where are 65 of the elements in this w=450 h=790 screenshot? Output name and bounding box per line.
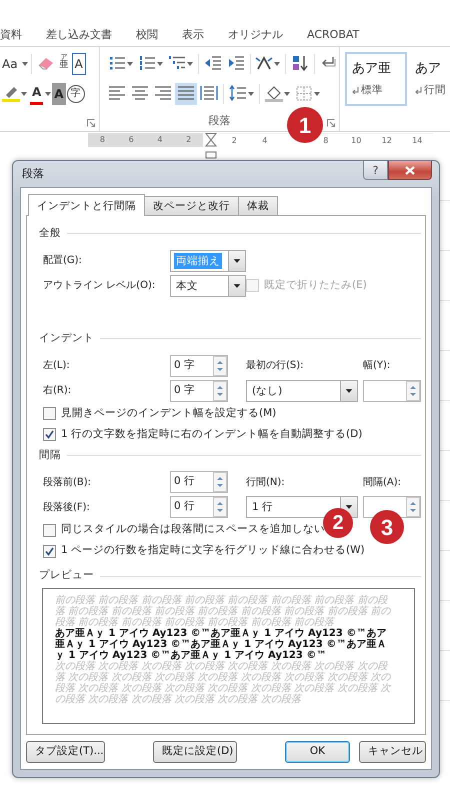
spinner-field[interactable]: 0 行	[170, 496, 228, 518]
spinner-field[interactable]: 0 字	[170, 354, 228, 376]
dialog-button[interactable]: キャンセル	[359, 741, 426, 763]
ribbon-tab[interactable]: 校閲	[136, 25, 170, 46]
dialog-tab[interactable]: インデントと行間隔	[28, 194, 145, 216]
field-label: 行間(N):	[246, 476, 286, 490]
dropdown-field[interactable]: 本文	[170, 274, 246, 297]
dialog-button[interactable]: 既定に設定(D)	[153, 741, 237, 763]
spinner-field[interactable]: 0 字	[170, 380, 228, 402]
section-heading: 間隔	[39, 448, 61, 462]
style-sample: あア亜	[352, 60, 391, 78]
field-label: アウトライン レベル(O):	[43, 279, 156, 294]
ribbon-tab[interactable]: ACROBAT	[307, 25, 372, 46]
ruler-number: 8	[322, 135, 330, 147]
section-heading: プレビュー	[39, 568, 94, 584]
group-label: 段落	[208, 112, 230, 128]
preview-sample-text: あア亜Ａｙ 1 アイウ Ay123 ©™あア亜Ａｙ 1 アイウ Ay123 ©™あア亜Ａｙ 1 アイウ Ay123 ©™あア亜Ａｙ 1 アイウ Ay123 ©™あア亜Ａｙ 1 アイウ Ay123 ©™あア亜Ａｙ 1 アイウ Ay123 ©™	[55, 628, 388, 661]
ruler-number: 8	[98, 134, 106, 146]
dropdown-field[interactable]: (なし)	[246, 380, 358, 402]
dialog-tab[interactable]: 体裁	[238, 196, 278, 215]
ribbon-tab[interactable]: 資料	[0, 25, 34, 46]
help-button[interactable]: ?	[363, 161, 388, 180]
dialog-button[interactable]: タブ設定(T)...	[26, 741, 105, 763]
preview-text: 前の段落 前の段落 前の段落 前の段落 前の段落 前の段落 前の段落 前の段落 前の段落 前の段落 前の段落 前の段落 前の段落 前の段落 前の段落 前の段落 前の段落 前の段落 前の段落 前の段落 前の段落 前の段落	[55, 595, 392, 628]
field-label: 最初の行(S):	[246, 358, 305, 373]
enclosed-character-button[interactable]: 字	[66, 84, 85, 102]
ruler-number: 4	[156, 134, 164, 146]
ruler-number: 4	[261, 135, 268, 147]
style-gallery-item[interactable]: あア亜 標準	[345, 52, 407, 106]
ribbon-tab[interactable]: オリジナル	[228, 25, 295, 46]
dialog-button[interactable]: OK	[285, 741, 350, 763]
checkbox-label: 1 ページの行数を指定時に文字を行グリッド線に合わせる(W)	[61, 543, 365, 558]
checkbox-label: 既定で折りたたみ(E)	[264, 278, 367, 293]
field-label: 右(R):	[43, 384, 72, 398]
style-sample: あア	[415, 60, 441, 78]
spinner-field[interactable]: 0 行	[170, 471, 228, 494]
character-shading-button[interactable]: A	[52, 82, 66, 104]
field-label: 配置(G):	[43, 254, 83, 268]
ruler-number: 2	[230, 135, 238, 147]
preview-text: 次の段落 次の段落 次の段落 次の段落 次の段落 次の段落 次の段落 次の段落 次の段落 次の段落 次の段落 次の段落 次の段落 次の段落 次の段落 次の段落 次の段落 次の段落 次の段落 次の段落 次の段落 次の段落 次の段落 次の段落 次の段落 次の段落 次の段落 次の段落 次の段落	[55, 661, 392, 705]
style-name: 行間	[424, 82, 446, 98]
checkbox-label: 1 行の文字数を指定時に右のインデント幅を自動調整する(D)	[61, 426, 362, 442]
style-name: 標準	[361, 82, 383, 98]
field-label: 段落前(B):	[43, 476, 92, 490]
font-color-button[interactable]: A	[30, 82, 44, 104]
dialog-title: 段落	[22, 166, 44, 182]
field-label: 左(L):	[43, 359, 71, 373]
field-label: 幅(Y):	[363, 359, 392, 373]
character-border-button[interactable]: A	[72, 52, 86, 74]
ruler-number: 14	[411, 135, 424, 147]
ruler-number: 2	[185, 134, 192, 146]
ribbon-tab[interactable]: 差し込み文書	[46, 25, 124, 46]
section-heading: 全般	[39, 226, 61, 241]
field-label: 間隔(A):	[363, 476, 402, 490]
field-label: 段落後(F):	[43, 500, 91, 515]
dialog-tab[interactable]: 改ページと改行	[144, 196, 239, 215]
number-badge: 1	[287, 107, 323, 143]
ruler-number: 10	[350, 135, 362, 147]
section-heading: インデント	[39, 330, 94, 346]
checkbox-label: 見開きページのインデント幅を設定する(M)	[61, 406, 276, 421]
ruler-number: 6	[128, 134, 135, 146]
checkbox-label: 同じスタイルの場合は段落間にスペースを追加しない	[61, 522, 325, 538]
ruler-number: 12	[380, 135, 393, 147]
ribbon-tab[interactable]: 表示	[182, 25, 216, 46]
change-case-button[interactable]: Aa	[0, 52, 20, 74]
